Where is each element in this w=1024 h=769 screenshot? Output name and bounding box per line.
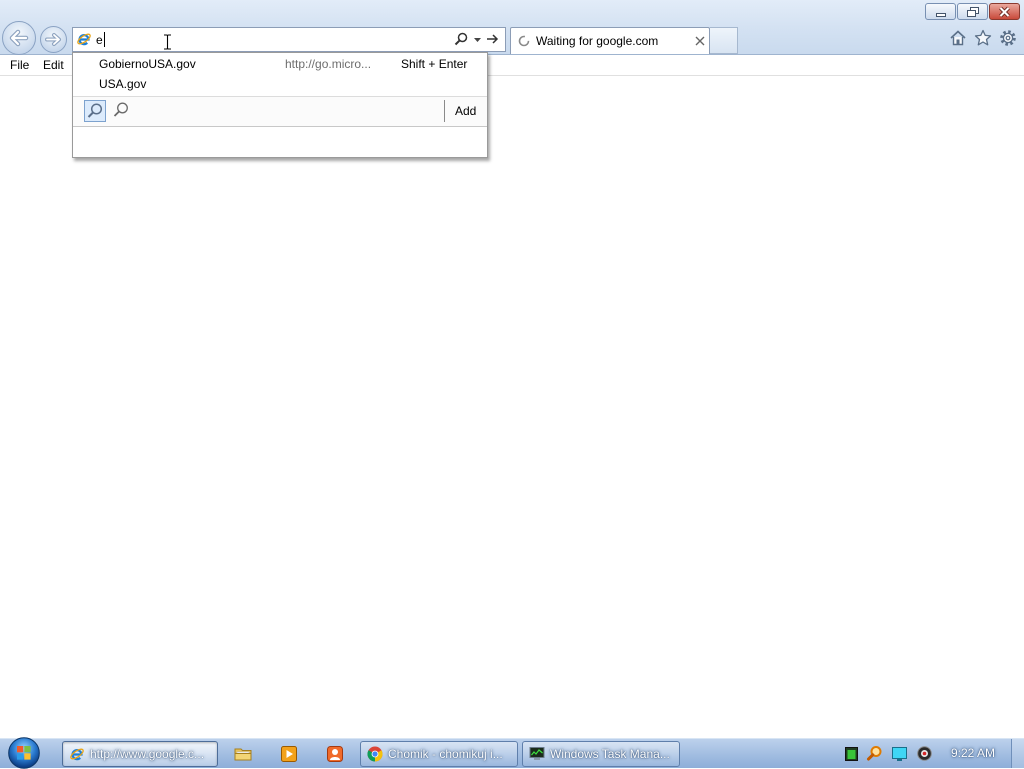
menu-file[interactable]: File <box>10 58 29 72</box>
add-search-provider-button[interactable]: Add <box>455 104 476 118</box>
forward-arrow-icon <box>45 33 61 46</box>
search-tool-icon[interactable] <box>866 745 883 762</box>
search-provider-option[interactable] <box>111 100 133 122</box>
task-manager-icon <box>529 746 545 762</box>
tab-title: Waiting for google.com <box>536 34 659 48</box>
search-provider-selected[interactable] <box>84 100 106 122</box>
divider <box>73 126 487 127</box>
address-input[interactable] <box>96 31 216 48</box>
search-provider-row: Add <box>73 97 487 126</box>
go-arrow-icon[interactable] <box>486 33 499 45</box>
back-arrow-icon <box>9 29 29 47</box>
text-caret <box>104 32 105 47</box>
page-content[interactable] <box>0 76 1024 738</box>
ie-icon <box>69 746 85 762</box>
minimize-button[interactable] <box>925 3 956 20</box>
mouse-cursor-icon <box>163 34 172 50</box>
taskbar-button-chrome[interactable]: Chomik - chomikuj i... <box>360 741 518 767</box>
suggestion-row[interactable]: USA.gov <box>74 75 486 94</box>
taskbar-button-ie[interactable]: http://www.google.c... <box>62 741 218 767</box>
taskbar-button-task-manager[interactable]: Windows Task Mana... <box>522 741 680 767</box>
close-window-button[interactable] <box>989 3 1020 20</box>
chrome-icon <box>367 746 383 762</box>
tab-google[interactable]: Waiting for google.com <box>510 27 710 54</box>
taskbar-button-media-player[interactable] <box>272 741 306 767</box>
display-icon[interactable] <box>892 747 907 761</box>
tray-app-icon[interactable] <box>917 746 932 761</box>
folder-icon <box>234 746 252 762</box>
app-icon <box>326 745 344 763</box>
forward-button[interactable] <box>40 26 67 53</box>
search-provider-icon <box>87 103 103 118</box>
suggestion-row[interactable]: GobiernoUSA.gov http://go.micro... Shift… <box>74 55 486 74</box>
browser-frame: Waiting for google.com <box>0 0 1024 55</box>
taskbar-label: Chomik - chomikuj i... <box>388 747 503 761</box>
taskbar-label: Windows Task Mana... <box>550 747 670 761</box>
taskbar-label: http://www.google.c... <box>90 747 205 761</box>
restore-button[interactable] <box>957 3 988 20</box>
taskbar: http://www.google.c... Chomik - chomikuj… <box>0 737 1024 769</box>
search-icon[interactable] <box>454 32 468 46</box>
restore-icon <box>967 7 979 17</box>
suggestion-shortcut: Shift + Enter <box>401 57 468 71</box>
windows-start-orb-icon <box>8 737 40 769</box>
close-tab-icon[interactable] <box>695 36 705 46</box>
close-icon <box>999 6 1010 18</box>
suggestion-label: USA.gov <box>99 77 147 91</box>
cpu-meter-icon[interactable] <box>845 747 858 761</box>
tools-gear-icon[interactable] <box>999 29 1017 47</box>
minimize-icon <box>936 13 946 17</box>
suggestion-label: GobiernoUSA.gov <box>99 57 196 71</box>
start-button[interactable] <box>8 737 40 769</box>
search-provider-icon <box>113 102 128 117</box>
dropdown-arrow-icon[interactable] <box>474 38 481 42</box>
loading-spinner-icon <box>518 35 530 47</box>
taskbar-clock[interactable]: 9:22 AM <box>951 746 995 760</box>
ie-icon <box>76 31 92 47</box>
taskbar-button-explorer[interactable] <box>226 741 260 767</box>
back-button[interactable] <box>2 21 36 55</box>
show-desktop-button[interactable] <box>1011 739 1024 768</box>
media-player-icon <box>280 745 298 763</box>
address-autocomplete: GobiernoUSA.gov http://go.micro... Shift… <box>72 52 488 158</box>
home-icon[interactable] <box>949 29 967 47</box>
favorites-star-icon[interactable] <box>974 29 992 47</box>
address-bar[interactable] <box>72 27 506 52</box>
suggestion-url: http://go.micro... <box>285 57 372 71</box>
menu-edit[interactable]: Edit <box>43 58 64 72</box>
divider <box>444 100 445 122</box>
new-tab-button[interactable] <box>710 27 738 54</box>
taskbar-button-app[interactable] <box>318 741 352 767</box>
